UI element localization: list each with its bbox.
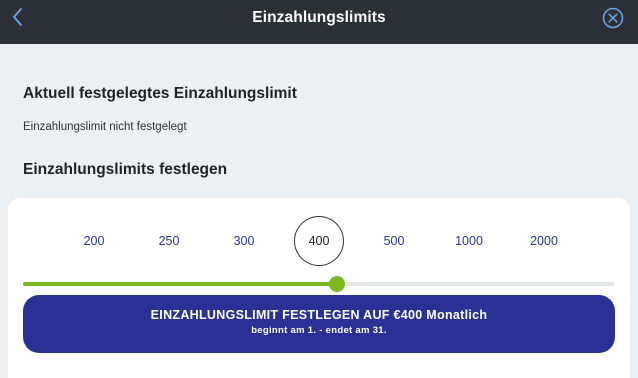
amount-option-400-selected[interactable]: 400 [294, 216, 344, 266]
amount-option-2000[interactable]: 2000 [519, 216, 569, 266]
header-bar: Einzahlungslimits [0, 0, 638, 44]
slider-thumb[interactable] [328, 276, 345, 292]
amount-option-300[interactable]: 300 [219, 216, 269, 266]
current-limit-status: Einzahlungslimit nicht festgelegt [23, 121, 187, 133]
amount-option-200[interactable]: 200 [69, 216, 119, 266]
limit-slider[interactable] [23, 276, 615, 292]
limit-picker-card: 200 250 300 400 500 1000 2000 3 EINZAHLU… [8, 198, 630, 378]
amount-option-500[interactable]: 500 [369, 216, 419, 266]
set-limit-button[interactable]: EINZAHLUNGSLIMIT FESTLEGEN AUF €400 Mona… [23, 295, 615, 353]
current-limit-heading: Aktuell festgelegtes Einzahlungslimit [23, 85, 297, 102]
amount-option-partial[interactable]: 3 [594, 216, 612, 266]
set-limits-heading: Einzahlungslimits festlegen [23, 161, 228, 178]
amount-option-1000[interactable]: 1000 [444, 216, 494, 266]
close-icon[interactable] [602, 7, 624, 29]
set-limit-button-label: EINZAHLUNGSLIMIT FESTLEGEN AUF €400 Mona… [150, 308, 488, 322]
page-title: Einzahlungslimits [252, 9, 386, 26]
amount-option-250[interactable]: 250 [144, 216, 194, 266]
amount-options: 200 250 300 400 500 1000 2000 3 [8, 198, 612, 278]
slider-fill [23, 282, 337, 286]
set-limit-button-period: beginnt am 1. - endet am 31. [251, 325, 387, 336]
